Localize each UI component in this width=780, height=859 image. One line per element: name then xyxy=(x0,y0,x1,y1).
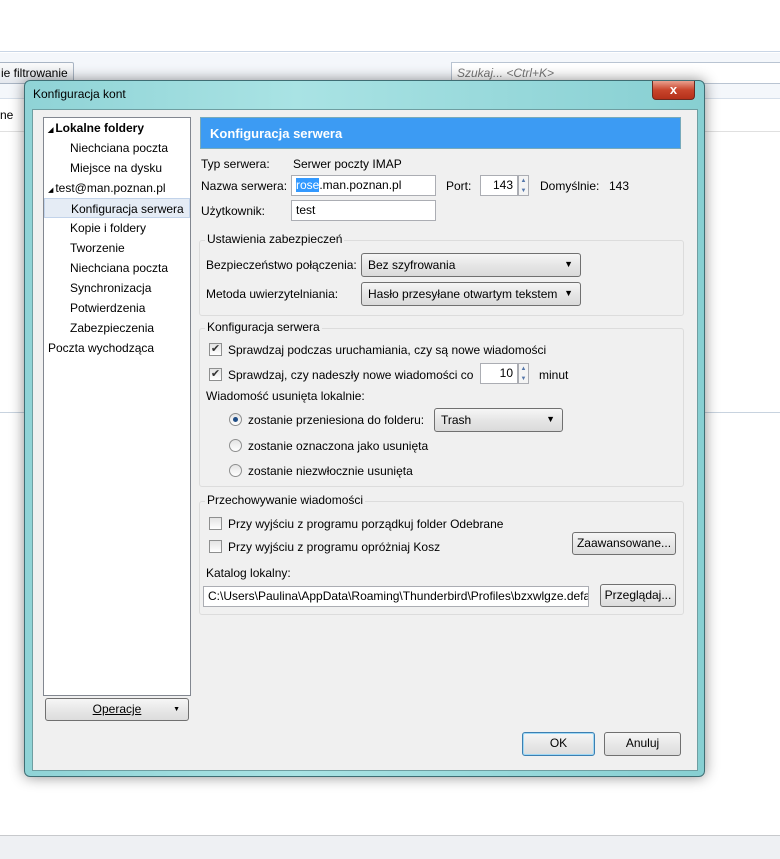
tree-item[interactable]: Niechciana poczta xyxy=(44,258,190,278)
dropdown-arrow-icon: ▼ xyxy=(564,288,573,298)
operations-button[interactable]: Operacje ▼ xyxy=(45,698,189,721)
tree-item[interactable]: Potwierdzenia xyxy=(44,298,190,318)
default-port-label: Domyślnie: xyxy=(540,179,600,193)
connection-security-value: Bez szyfrowania xyxy=(368,258,456,272)
spin-down-icon[interactable]: ▼ xyxy=(519,374,528,384)
server-name-input[interactable]: rose.man.poznan.pl xyxy=(291,175,436,196)
tree-item[interactable]: Kopie i foldery xyxy=(44,218,190,238)
tree-item-label: Lokalne foldery xyxy=(55,121,145,135)
trash-folder-value: Trash xyxy=(441,413,472,427)
check-startup-checkbox[interactable]: ✔ xyxy=(209,343,222,356)
check-every-label: Sprawdzaj, czy nadeszły nowe wiadomości … xyxy=(228,368,474,382)
dialog-title: Konfiguracja kont xyxy=(33,87,126,101)
status-bar xyxy=(0,835,780,859)
tree-item-label: Poczta wychodząca xyxy=(48,341,155,355)
connection-security-select[interactable]: Bez szyfrowania ▼ xyxy=(361,253,581,277)
trash-folder-select[interactable]: Trash ▼ xyxy=(434,408,563,432)
tree-item[interactable]: Konfiguracja serwera xyxy=(44,198,190,218)
minutes-label: minut xyxy=(539,368,569,382)
default-port-value: 143 xyxy=(609,179,630,193)
server-name-selection: rose xyxy=(296,178,320,192)
operations-label: Operacje xyxy=(92,702,142,716)
spin-up-icon[interactable]: ▲ xyxy=(519,176,528,186)
radio-move-label: zostanie przeniesiona do folderu: xyxy=(248,413,425,427)
close-button[interactable]: x xyxy=(652,81,695,100)
deleted-label: Wiadomość usunięta lokalnie: xyxy=(206,389,365,403)
tree-item[interactable]: Tworzenie xyxy=(44,238,190,258)
auth-method-select[interactable]: Hasło przesyłane otwartym tekstem ▼ xyxy=(361,282,581,306)
account-tree[interactable]: ◢ Lokalne foldery Niechciana poczta Miejsc… xyxy=(43,117,191,696)
user-label: Użytkownik: xyxy=(201,204,266,218)
browse-button[interactable]: Przeglądaj... xyxy=(600,584,676,607)
compact-label: Przy wyjściu z programu porządkuj folder… xyxy=(228,517,504,531)
cancel-button[interactable]: Anuluj xyxy=(604,732,681,756)
tree-item[interactable]: Poczta wychodząca xyxy=(44,338,190,358)
local-dir-label: Katalog lokalny: xyxy=(206,566,291,580)
local-dir-input[interactable]: C:\Users\Paulina\AppData\Roaming\Thunder… xyxy=(203,586,589,607)
radio-delete-label: zostanie niezwłocznie usunięta xyxy=(248,464,413,478)
server-type-value: Serwer poczty IMAP xyxy=(293,157,402,171)
radio-mark-label: zostanie oznaczona jako usunięta xyxy=(248,439,429,453)
server-settings-title: Konfiguracja serwera xyxy=(205,320,322,334)
row-text: ne xyxy=(0,108,14,122)
tree-item-label: Konfiguracja serwera xyxy=(71,202,184,216)
user-input[interactable]: test xyxy=(291,200,436,221)
tree-item[interactable]: Synchronizacja xyxy=(44,278,190,298)
spin-down-icon[interactable]: ▼ xyxy=(519,186,528,196)
tree-item-label: Miejsce na dysku xyxy=(70,161,163,175)
spin-up-icon[interactable]: ▲ xyxy=(519,364,528,374)
port-label: Port: xyxy=(446,179,472,193)
server-type-label: Typ serwera: xyxy=(201,157,270,171)
tree-item-label: Potwierdzenia xyxy=(70,301,146,315)
auth-method-value: Hasło przesyłane otwartym tekstem xyxy=(368,287,558,301)
compact-checkbox[interactable] xyxy=(209,517,222,530)
server-name-label: Nazwa serwera: xyxy=(201,179,288,193)
tree-item-label: Synchronizacja xyxy=(70,281,152,295)
minutes-spinner[interactable]: ▲ ▼ xyxy=(518,363,529,384)
dropdown-arrow-icon: ▼ xyxy=(173,706,180,713)
tree-item[interactable]: ◢ Lokalne foldery xyxy=(44,118,190,138)
app-background-top xyxy=(0,0,780,52)
ok-button[interactable]: OK xyxy=(522,732,595,756)
port-input[interactable]: 143 xyxy=(480,175,518,196)
security-group-title: Ustawienia zabezpieczeń xyxy=(205,232,345,246)
connection-security-label: Bezpieczeństwo połączenia: xyxy=(206,258,357,272)
storage-title: Przechowywanie wiadomości xyxy=(205,493,366,507)
auth-method-label: Metoda uwierzytelniania: xyxy=(206,287,339,301)
tree-item-label: Kopie i foldery xyxy=(70,221,147,235)
check-every-checkbox[interactable]: ✔ xyxy=(209,368,222,381)
tree-item[interactable]: Niechciana poczta xyxy=(44,138,190,158)
dropdown-arrow-icon: ▼ xyxy=(564,259,573,269)
tree-item-label: Niechciana poczta xyxy=(70,141,169,155)
tree-item[interactable]: Miejsce na dysku xyxy=(44,158,190,178)
minutes-input[interactable]: 10 xyxy=(480,363,518,384)
tree-item[interactable]: Zabezpieczenia xyxy=(44,318,190,338)
tree-item[interactable]: ◢ test@man.poznan.pl xyxy=(44,178,190,198)
page-banner: Konfiguracja serwera xyxy=(200,117,681,149)
tree-item-label: test@man.poznan.pl xyxy=(55,181,166,195)
check-startup-label: Sprawdzaj podczas uruchamiania, czy są n… xyxy=(228,343,547,357)
radio-move[interactable] xyxy=(229,413,242,426)
port-spinner[interactable]: ▲ ▼ xyxy=(518,175,529,196)
tree-item-label: Niechciana poczta xyxy=(70,261,169,275)
dropdown-arrow-icon: ▼ xyxy=(546,414,555,424)
close-icon: x xyxy=(669,82,678,97)
empty-trash-checkbox[interactable] xyxy=(209,540,222,553)
tree-item-label: Tworzenie xyxy=(70,241,125,255)
radio-mark[interactable] xyxy=(229,439,242,452)
advanced-button[interactable]: Zaawansowane... xyxy=(572,532,676,555)
empty-trash-label: Przy wyjściu z programu opróżniaj Kosz xyxy=(228,540,441,554)
server-name-rest: .man.poznan.pl xyxy=(319,178,402,192)
tree-item-label: Zabezpieczenia xyxy=(70,321,155,335)
radio-delete[interactable] xyxy=(229,464,242,477)
